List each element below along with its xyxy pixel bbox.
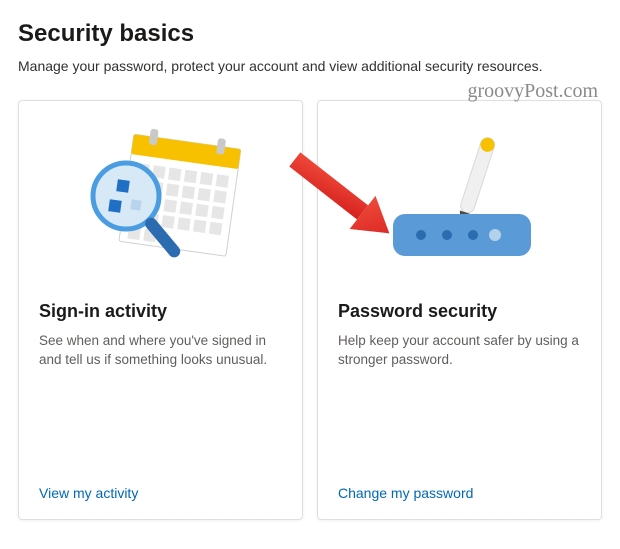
sign-in-activity-illustration [39,119,282,293]
change-my-password-link[interactable]: Change my password [338,485,581,501]
card-desc-sign-in: See when and where you've signed in and … [39,332,282,469]
card-desc-password: Help keep your account safer by using a … [338,332,581,469]
card-title-sign-in: Sign-in activity [39,301,282,322]
card-title-password: Password security [338,301,581,322]
page-subtitle: Manage your password, protect your accou… [18,58,602,74]
cards-row: Sign-in activity See when and where you'… [18,100,602,520]
card-password-security[interactable]: Password security Help keep your account… [317,100,602,520]
page-title: Security basics [18,20,602,48]
view-my-activity-link[interactable]: View my activity [39,485,282,501]
password-security-illustration [338,119,581,293]
card-sign-in-activity[interactable]: Sign-in activity See when and where you'… [18,100,303,520]
